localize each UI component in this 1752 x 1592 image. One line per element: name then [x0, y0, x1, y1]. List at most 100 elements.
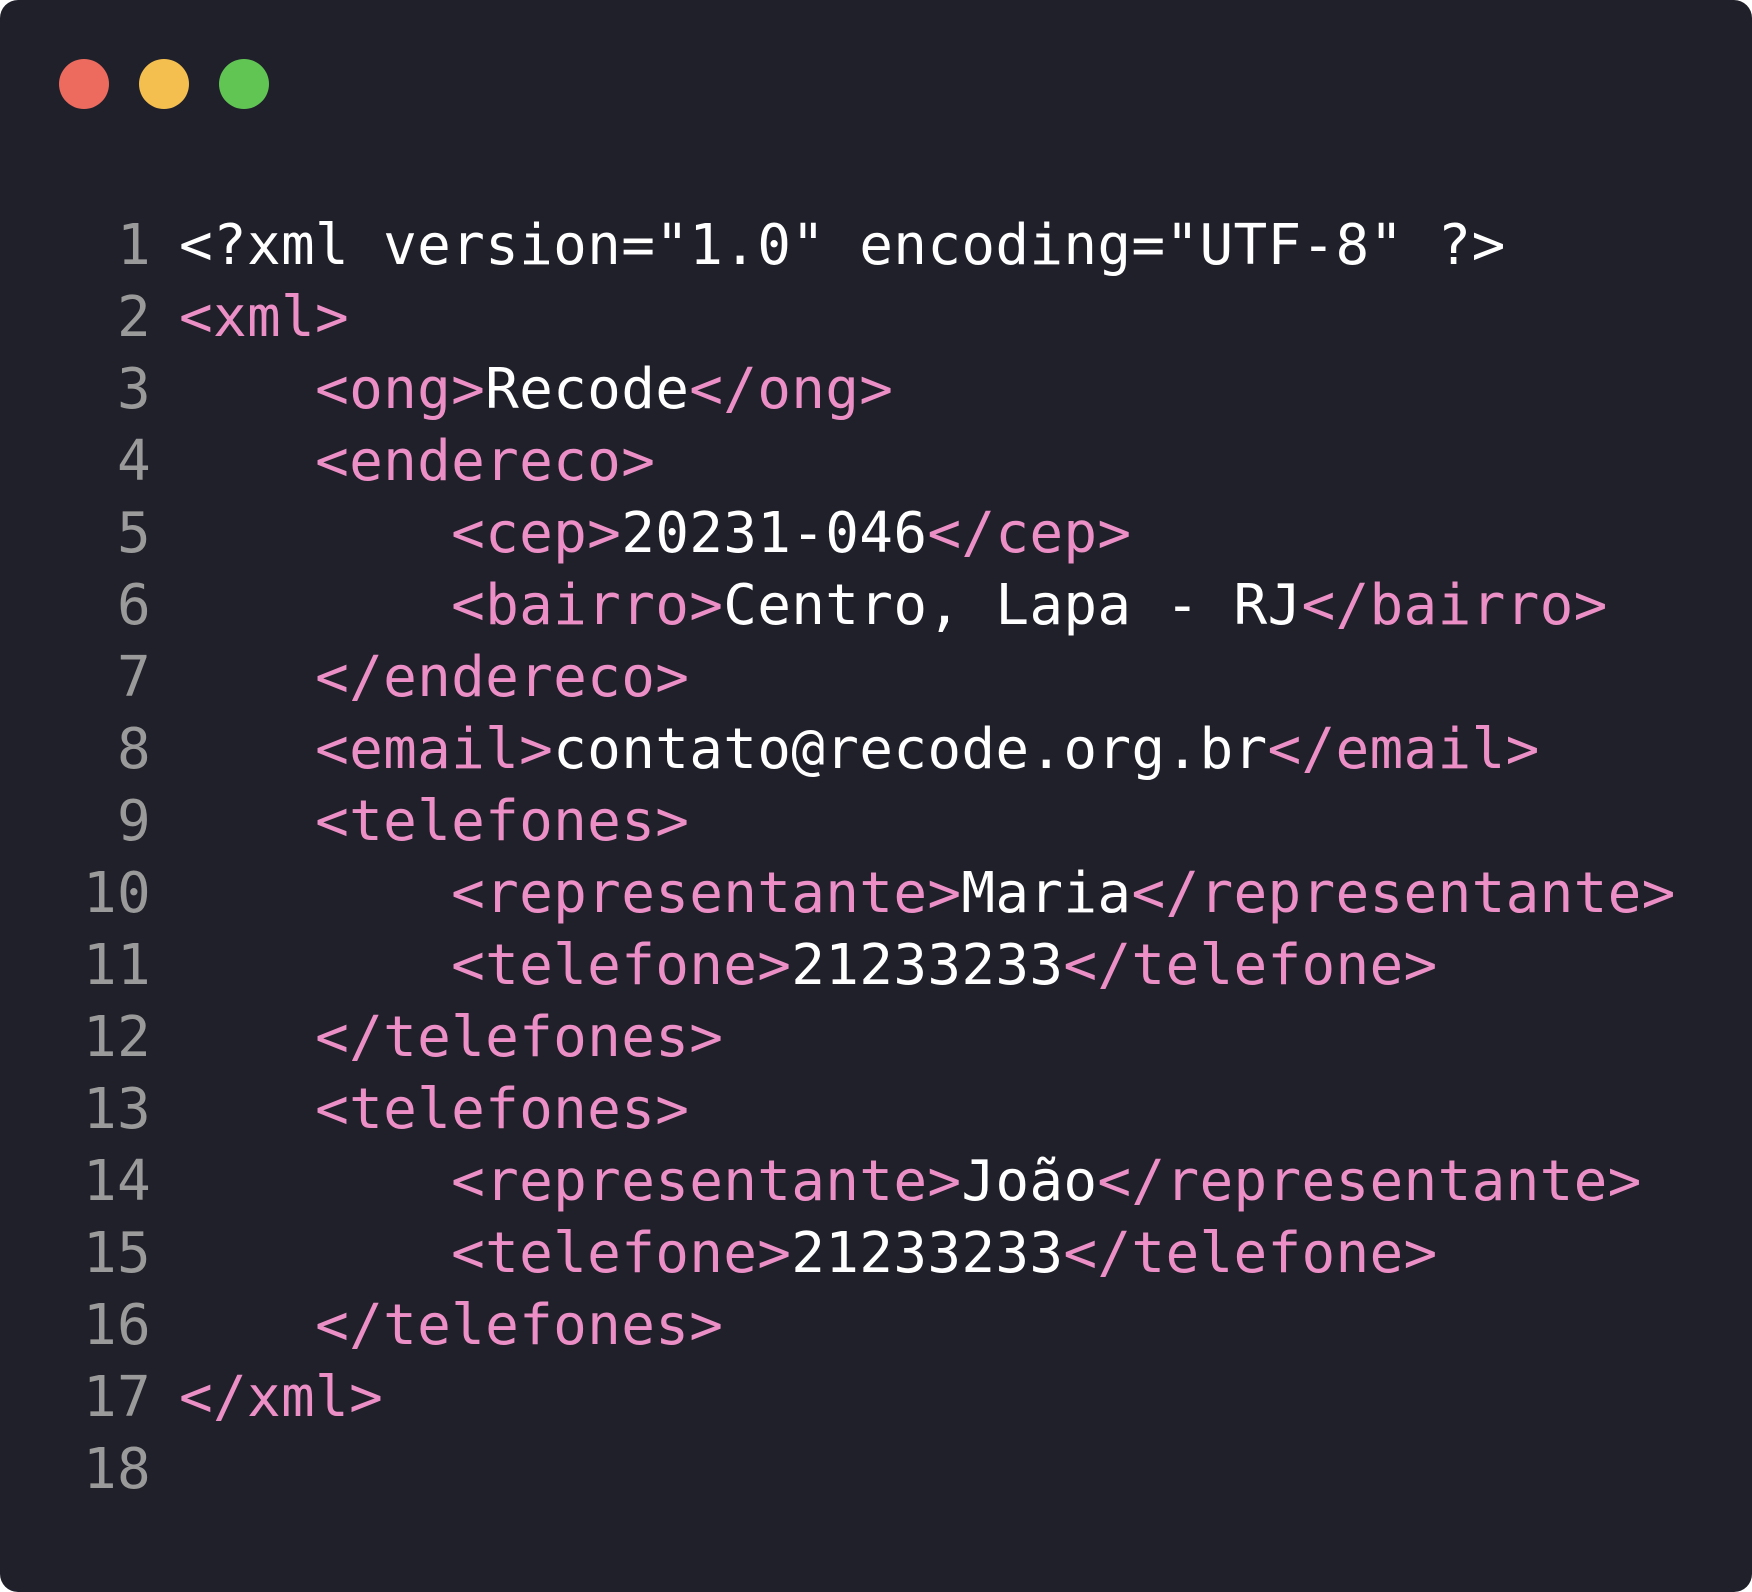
xml-tag: </bairro>: [1301, 573, 1608, 638]
line-content: <cep>20231-046</cep>: [179, 498, 1131, 570]
line-content: <?xml version="1.0" encoding="UTF-8" ?>: [179, 210, 1506, 282]
xml-tag: </telefone>: [1063, 933, 1438, 998]
line-number: 6: [116, 573, 151, 638]
line-number: 8: [116, 717, 151, 782]
code-line: 2 <xml>: [0, 282, 1752, 354]
xml-tag: <cep>: [451, 501, 622, 566]
code-editor[interactable]: 1 <?xml version="1.0" encoding="UTF-8" ?>…: [0, 210, 1752, 1506]
code-line: 7 </endereco>: [0, 642, 1752, 714]
code-line: 13 <telefones>: [0, 1074, 1752, 1146]
line-number: 5: [116, 501, 151, 566]
maximize-button[interactable]: [219, 59, 269, 109]
xml-text: <?xml version="1.0" encoding="UTF-8" ?>: [179, 213, 1506, 278]
line-content: </xml>: [179, 1362, 383, 1434]
line-content: <xml>: [179, 282, 349, 354]
code-line: 11 <telefone>21233233</telefone>: [0, 930, 1752, 1002]
xml-text: Maria: [961, 861, 1132, 926]
line-number: 10: [82, 861, 151, 926]
xml-tag: <representante>: [451, 861, 962, 926]
xml-text: Centro, Lapa - RJ: [723, 573, 1302, 638]
line-number: 4: [116, 429, 151, 494]
xml-tag: </representante>: [1097, 1149, 1642, 1214]
line-number: 18: [82, 1437, 151, 1502]
line-number: 11: [82, 933, 151, 998]
xml-text: 21233233: [791, 933, 1064, 998]
line-content: </telefones>: [179, 1002, 723, 1074]
xml-tag: </email>: [1267, 717, 1540, 782]
xml-tag: <representante>: [451, 1149, 962, 1214]
line-content: <ong>Recode</ong>: [179, 354, 893, 426]
code-line: 1 <?xml version="1.0" encoding="UTF-8" ?>: [0, 210, 1752, 282]
line-content: <representante>Maria</representante>: [179, 858, 1676, 930]
line-content: <telefone>21233233</telefone>: [179, 1218, 1438, 1290]
code-line: 3 <ong>Recode</ong>: [0, 354, 1752, 426]
xml-tag: </xml>: [179, 1365, 384, 1430]
xml-tag: <endereco>: [315, 429, 656, 494]
xml-tag: </endereco>: [315, 645, 690, 710]
xml-tag: </telefones>: [315, 1005, 724, 1070]
xml-tag: <telefone>: [451, 933, 792, 998]
line-content: </endereco>: [179, 642, 689, 714]
code-line: 15 <telefone>21233233</telefone>: [0, 1218, 1752, 1290]
xml-tag: </cep>: [927, 501, 1132, 566]
code-line: 18: [0, 1434, 1752, 1506]
line-content: <bairro>Centro, Lapa - RJ</bairro>: [179, 570, 1608, 642]
code-line: 17 </xml>: [0, 1362, 1752, 1434]
line-content: <telefones>: [179, 786, 689, 858]
xml-tag: </ong>: [689, 357, 894, 422]
line-content: <endereco>: [179, 426, 655, 498]
xml-tag: </telefone>: [1063, 1221, 1438, 1286]
code-line: 6 <bairro>Centro, Lapa - RJ</bairro>: [0, 570, 1752, 642]
xml-text: João: [961, 1149, 1098, 1214]
close-button[interactable]: [59, 59, 109, 109]
xml-tag: <email>: [315, 717, 554, 782]
line-number: 9: [116, 789, 151, 854]
xml-text: contato@recode.org.br: [553, 717, 1268, 782]
line-content: <email>contato@recode.org.br</email>: [179, 714, 1540, 786]
window-titlebar: [0, 0, 1752, 170]
xml-tag: <xml>: [179, 285, 350, 350]
line-content: <representante>João</representante>: [179, 1146, 1642, 1218]
line-number: 1: [116, 213, 151, 278]
xml-text: 20231-046: [621, 501, 928, 566]
code-line: 14 <representante>João</representante>: [0, 1146, 1752, 1218]
line-number: 2: [116, 285, 151, 350]
line-number: 14: [82, 1149, 151, 1214]
xml-tag: <telefones>: [315, 1077, 690, 1142]
line-number: 15: [82, 1221, 151, 1286]
minimize-button[interactable]: [139, 59, 189, 109]
line-content: <telefone>21233233</telefone>: [179, 930, 1438, 1002]
code-window: 1 <?xml version="1.0" encoding="UTF-8" ?>…: [0, 0, 1752, 1592]
code-line: 5 <cep>20231-046</cep>: [0, 498, 1752, 570]
line-number: 3: [116, 357, 151, 422]
line-number: 12: [82, 1005, 151, 1070]
line-number: 16: [82, 1293, 151, 1358]
xml-text: Recode: [485, 357, 690, 422]
code-line: 10 <representante>Maria</representante>: [0, 858, 1752, 930]
code-line: 16 </telefones>: [0, 1290, 1752, 1362]
xml-tag: </telefones>: [315, 1293, 724, 1358]
xml-tag: <telefone>: [451, 1221, 792, 1286]
xml-text: 21233233: [791, 1221, 1064, 1286]
code-line: 9 <telefones>: [0, 786, 1752, 858]
xml-tag: <bairro>: [451, 573, 724, 638]
xml-tag: <telefones>: [315, 789, 690, 854]
line-content: </telefones>: [179, 1290, 723, 1362]
code-line: 8 <email>contato@recode.org.br</email>: [0, 714, 1752, 786]
xml-tag: <ong>: [315, 357, 486, 422]
code-line: 4 <endereco>: [0, 426, 1752, 498]
